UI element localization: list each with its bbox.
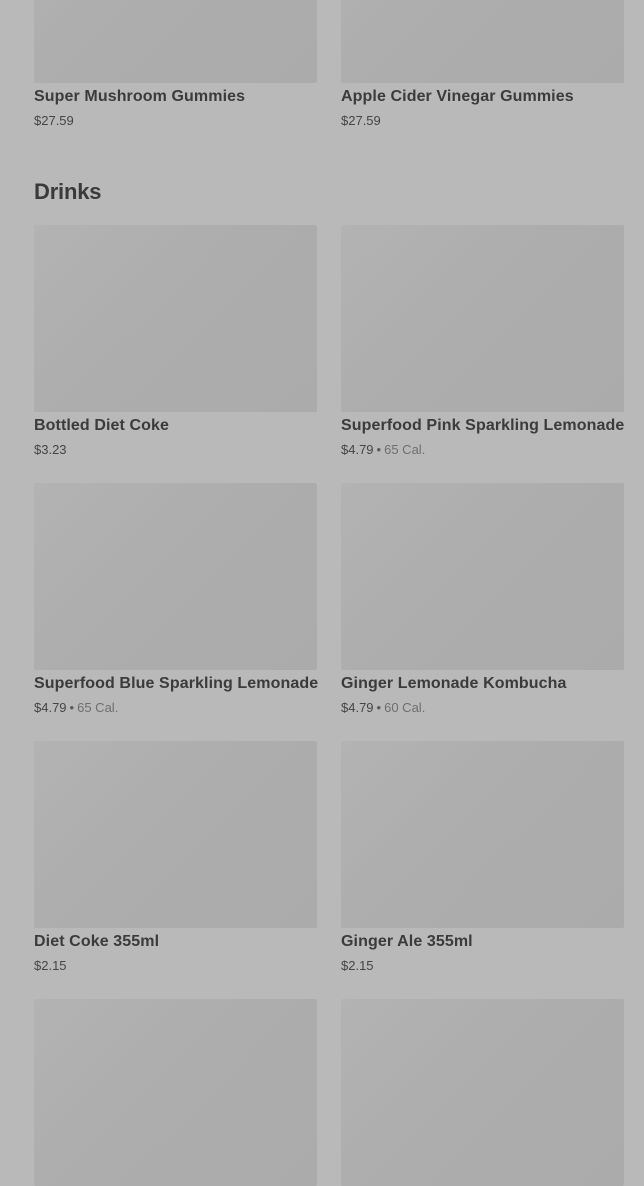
item-name: Apple Cider Vinegar Gummies <box>341 88 574 105</box>
item-name: Ginger Ale 355ml <box>341 933 473 950</box>
menu-item-card[interactable]: Apple Cider Vinegar Gummies $27.59 <box>341 0 624 128</box>
menu-item-card[interactable] <box>34 999 317 1186</box>
item-meta: $27.59 <box>341 112 381 130</box>
item-meta: $4.79 • 65 Cal. <box>341 441 425 459</box>
item-name: Ginger Lemonade Kombucha <box>341 675 567 692</box>
menu-item-card[interactable]: Ginger Ale 355ml $2.15 <box>341 741 624 973</box>
item-price: $3.23 <box>34 442 67 457</box>
menu-item-card[interactable]: Diet Coke 355ml $2.15 <box>34 741 317 973</box>
item-image[interactable] <box>341 225 624 412</box>
item-price: $4.79 <box>341 442 374 457</box>
item-name: Bottled Diet Coke <box>34 417 170 434</box>
item-image[interactable] <box>341 483 624 670</box>
item-image[interactable] <box>34 0 317 83</box>
menu-item-card[interactable]: Bottled Diet Coke $3.23 <box>34 225 317 457</box>
meta-separator: • <box>376 442 382 457</box>
menu-item-card[interactable]: Ginger Lemonade Kombucha $4.79 • 60 Cal. <box>341 483 624 715</box>
item-price: $27.59 <box>34 113 74 128</box>
item-meta: $27.59 <box>34 112 74 130</box>
item-meta: $2.15 <box>341 957 374 975</box>
item-meta: $4.79 • 65 Cal. <box>34 699 118 717</box>
item-price: $27.59 <box>341 113 381 128</box>
section-title-drinks: Drinks <box>34 179 102 204</box>
item-image[interactable] <box>341 0 624 83</box>
item-price: $4.79 <box>341 700 374 715</box>
item-price: $4.79 <box>34 700 67 715</box>
item-meta: $4.79 • 60 Cal. <box>341 699 425 717</box>
item-image[interactable] <box>34 483 317 670</box>
item-meta: $3.23 <box>34 441 67 459</box>
item-calories: 60 Cal. <box>384 700 426 715</box>
item-name: Superfood Blue Sparkling Lemonade <box>34 675 319 692</box>
item-calories: 65 Cal. <box>77 700 119 715</box>
meta-separator: • <box>376 700 382 715</box>
item-name: Super Mushroom Gummies <box>34 88 246 105</box>
menu-item-card[interactable] <box>341 999 624 1186</box>
meta-separator: • <box>69 700 75 715</box>
menu-item-card[interactable]: Superfood Blue Sparkling Lemonade $4.79 •… <box>34 483 318 715</box>
item-calories: 65 Cal. <box>384 442 426 457</box>
item-image[interactable] <box>34 999 317 1186</box>
item-price: $2.15 <box>34 958 67 973</box>
item-name: Diet Coke 355ml <box>34 933 160 950</box>
item-name: Superfood Pink Sparkling Lemonade <box>341 417 625 434</box>
item-meta: $2.15 <box>34 957 67 975</box>
menu-item-card[interactable]: Superfood Pink Sparkling Lemonade $4.79 •… <box>341 225 624 457</box>
menu-item-card[interactable]: Super Mushroom Gummies $27.59 <box>34 0 317 128</box>
item-image[interactable] <box>34 225 317 412</box>
item-image[interactable] <box>341 999 624 1186</box>
item-price: $2.15 <box>341 958 374 973</box>
item-image[interactable] <box>341 741 624 928</box>
item-image[interactable] <box>34 741 317 928</box>
